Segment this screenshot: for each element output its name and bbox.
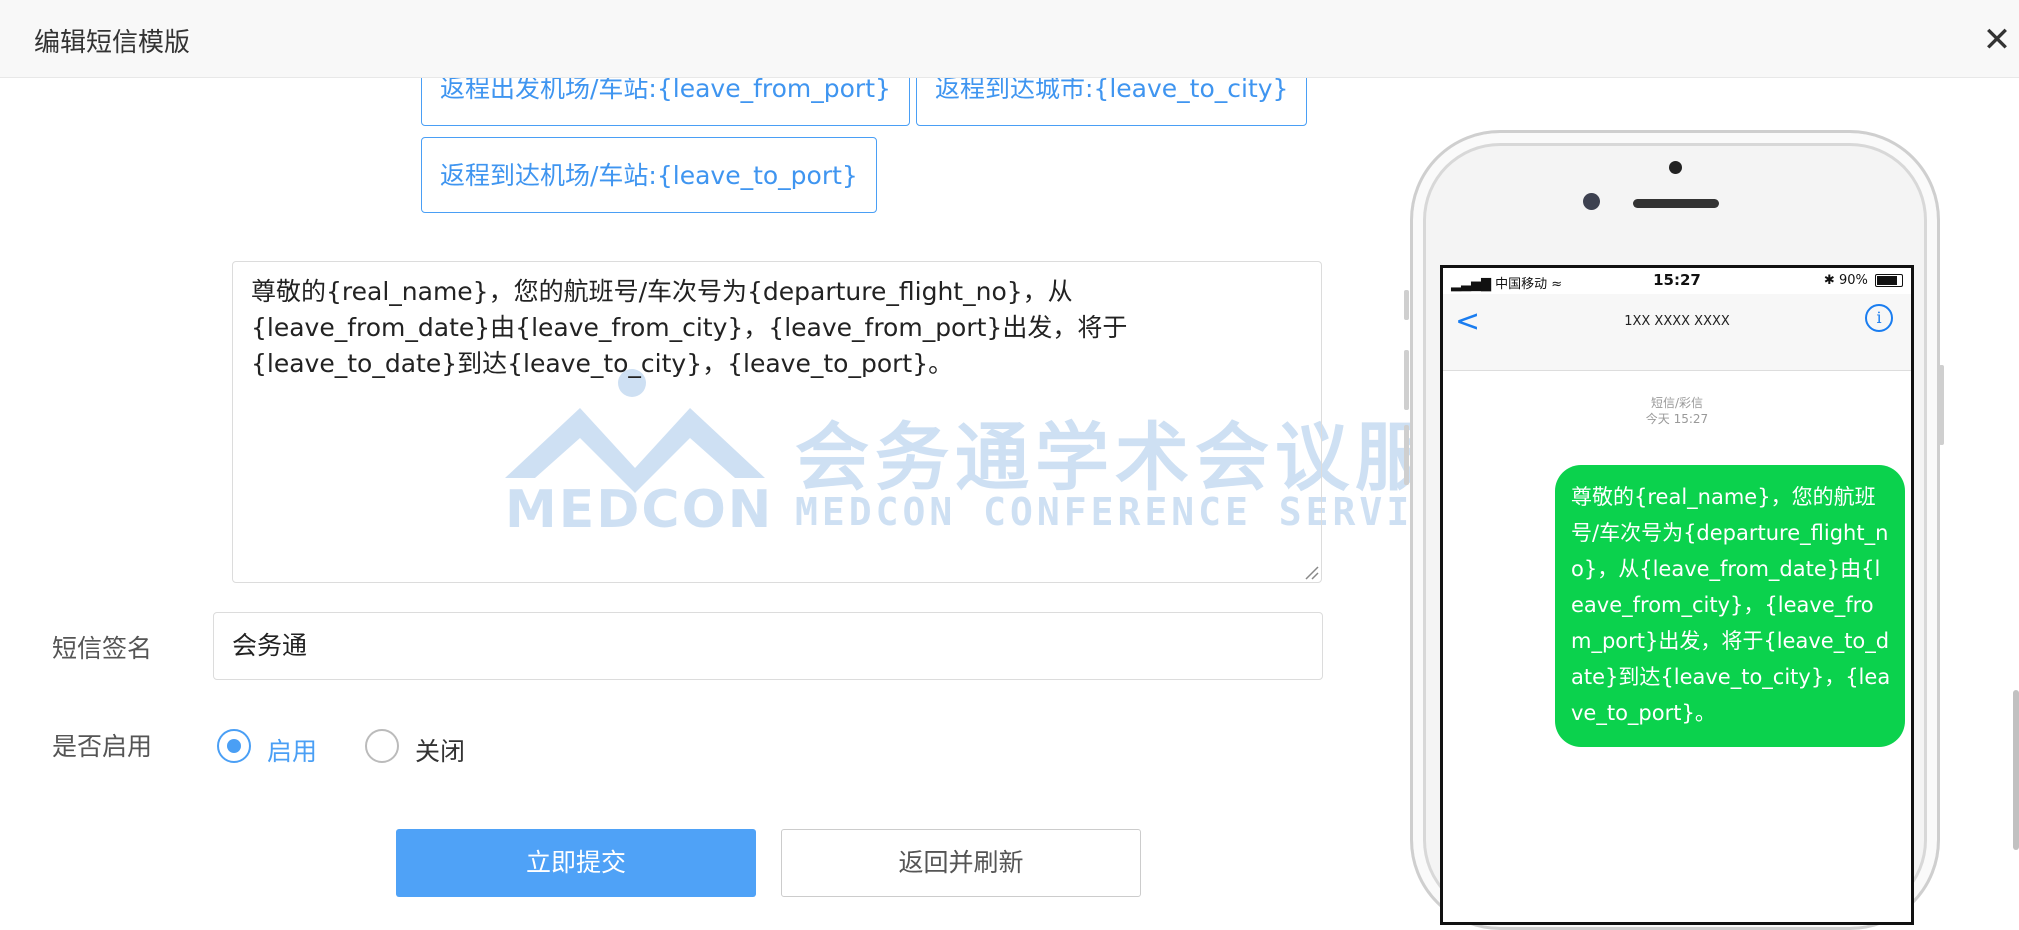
phone-screen: ▂▃▅▇ 中国移动 ≈ 15:27 ✱ 90% < 1XX XXXX XXXX …: [1440, 265, 1914, 925]
contact-number: 1XX XXXX XXXX: [1624, 314, 1730, 329]
var-button-leave-to-port[interactable]: 返程到达机场/车站:{leave_to_port}: [421, 137, 877, 213]
phone-volume-up: [1404, 350, 1409, 410]
info-icon[interactable]: i: [1865, 304, 1893, 332]
var-button-leave-from-port[interactable]: 返程出发机场/车站:{leave_from_port}: [421, 78, 910, 126]
messages-header: < 1XX XXXX XXXX i: [1443, 294, 1911, 371]
message-meta: 短信/彩信 今天 15:27: [1443, 395, 1911, 427]
dialog-titlebar: 编辑短信模版 ✕: [0, 0, 2019, 78]
phone-speaker: [1633, 199, 1719, 208]
enable-label: 是否启用: [52, 732, 153, 761]
enable-off-radio[interactable]: [365, 729, 399, 763]
phone-status-bar: ▂▃▅▇ 中国移动 ≈ 15:27 ✱ 90%: [1443, 268, 1911, 294]
message-textarea[interactable]: 尊敬的{real_name}，您的航班号/车次号为{departure_flig…: [232, 261, 1322, 583]
message-bubble: 尊敬的{real_name}，您的航班号/车次号为{departure_flig…: [1555, 465, 1905, 747]
enable-on-label[interactable]: 启用: [267, 732, 317, 768]
dialog-title: 编辑短信模版: [34, 28, 191, 58]
phone-camera: [1583, 193, 1600, 210]
phone-mute-switch: [1404, 290, 1409, 320]
close-icon[interactable]: ✕: [1977, 20, 2017, 60]
battery-percent: 90%: [1838, 273, 1868, 288]
message-time: 今天 15:27: [1645, 412, 1709, 426]
enable-on-radio[interactable]: [217, 729, 251, 763]
battery-icon: [1875, 274, 1903, 287]
back-refresh-button[interactable]: 返回并刷新: [781, 829, 1141, 897]
var-button-leave-to-city[interactable]: 返程到达城市:{leave_to_city}: [916, 78, 1308, 126]
bluetooth-icon: ✱: [1823, 273, 1835, 288]
signature-label: 短信签名: [52, 634, 153, 663]
phone-sensor: [1669, 161, 1682, 174]
enable-off-label[interactable]: 关闭: [415, 732, 465, 768]
phone-volume-down: [1404, 425, 1409, 485]
signature-input[interactable]: 会务通: [213, 612, 1323, 680]
submit-button[interactable]: 立即提交: [396, 829, 756, 897]
battery-info: ✱ 90%: [1824, 273, 1903, 288]
message-type: 短信/彩信: [1650, 396, 1704, 410]
resize-grip-icon[interactable]: [1303, 564, 1319, 580]
message-content: 尊敬的{real_name}，您的航班号/车次号为{departure_flig…: [251, 277, 1128, 378]
phone-power-button: [1939, 365, 1944, 445]
page-scrollbar[interactable]: [2013, 690, 2019, 850]
